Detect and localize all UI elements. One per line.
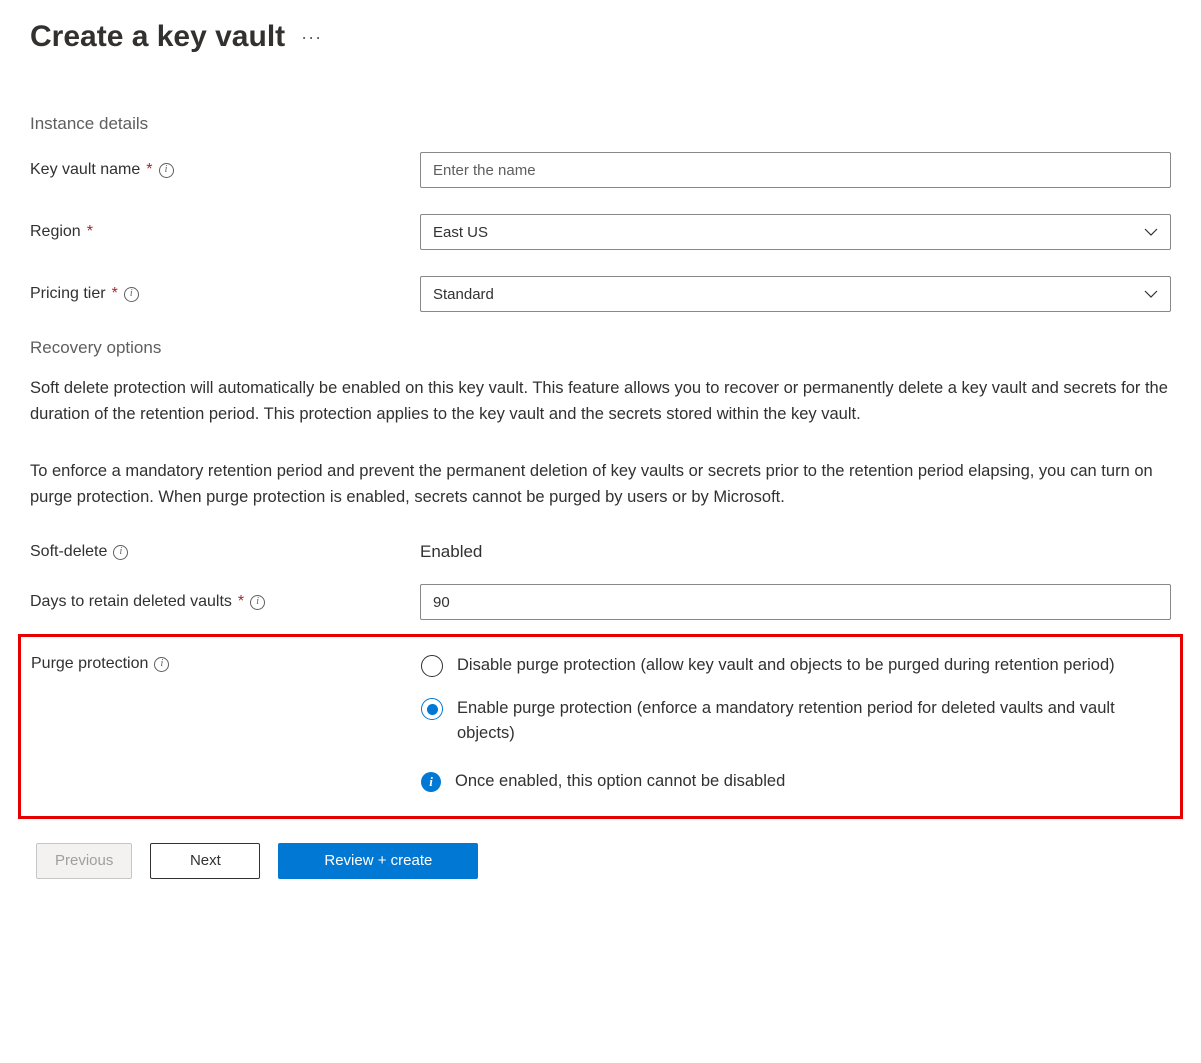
recovery-description-2: To enforce a mandatory retention period … xyxy=(30,459,1171,510)
region-label: Region * xyxy=(30,223,420,241)
next-button[interactable]: Next xyxy=(150,843,260,879)
purge-enable-label: Enable purge protection (enforce a manda… xyxy=(457,696,1170,746)
region-select[interactable]: East US xyxy=(420,214,1171,250)
soft-delete-label: Soft-delete i xyxy=(30,543,420,561)
info-icon[interactable]: i xyxy=(250,595,265,610)
radio-checked-icon xyxy=(421,698,443,720)
review-create-button[interactable]: Review + create xyxy=(278,843,478,879)
purge-info-note: i Once enabled, this option cannot be di… xyxy=(421,772,1170,792)
retain-days-input[interactable] xyxy=(420,584,1171,620)
recovery-options-heading: Recovery options xyxy=(30,338,1171,358)
purge-disable-label: Disable purge protection (allow key vaul… xyxy=(457,653,1115,678)
recovery-description-1: Soft delete protection will automaticall… xyxy=(30,376,1171,427)
purge-protection-highlight: Purge protection i Disable purge protect… xyxy=(18,634,1183,818)
wizard-button-bar: Previous Next Review + create xyxy=(30,843,1171,879)
page-title: Create a key vault xyxy=(30,20,285,54)
info-icon[interactable]: i xyxy=(154,657,169,672)
purge-protection-label: Purge protection i xyxy=(31,655,421,673)
instance-details-section: Instance details Key vault name * i Regi… xyxy=(30,114,1171,312)
radio-unchecked-icon xyxy=(421,655,443,677)
purge-protection-radio-group: Disable purge protection (allow key vaul… xyxy=(421,653,1170,791)
key-vault-name-input[interactable] xyxy=(420,152,1171,188)
title-bar: Create a key vault ··· xyxy=(30,20,1171,54)
retain-days-label: Days to retain deleted vaults * i xyxy=(30,593,420,611)
chevron-down-icon xyxy=(1144,287,1158,301)
pricing-tier-select[interactable]: Standard xyxy=(420,276,1171,312)
soft-delete-value: Enabled xyxy=(420,542,482,561)
chevron-down-icon xyxy=(1144,225,1158,239)
more-actions-button[interactable]: ··· xyxy=(301,28,322,46)
info-icon[interactable]: i xyxy=(113,545,128,560)
instance-details-heading: Instance details xyxy=(30,114,1171,134)
info-icon[interactable]: i xyxy=(124,287,139,302)
recovery-options-section: Recovery options Soft delete protection … xyxy=(30,338,1171,879)
info-icon[interactable]: i xyxy=(159,163,174,178)
purge-enable-radio[interactable]: Enable purge protection (enforce a manda… xyxy=(421,696,1170,746)
region-value: East US xyxy=(433,224,488,241)
purge-note-text: Once enabled, this option cannot be disa… xyxy=(455,772,785,791)
pricing-tier-value: Standard xyxy=(433,286,494,303)
previous-button[interactable]: Previous xyxy=(36,843,132,879)
info-badge-icon: i xyxy=(421,772,441,792)
purge-disable-radio[interactable]: Disable purge protection (allow key vaul… xyxy=(421,653,1170,678)
pricing-tier-label: Pricing tier * i xyxy=(30,285,420,303)
key-vault-name-label: Key vault name * i xyxy=(30,161,420,179)
